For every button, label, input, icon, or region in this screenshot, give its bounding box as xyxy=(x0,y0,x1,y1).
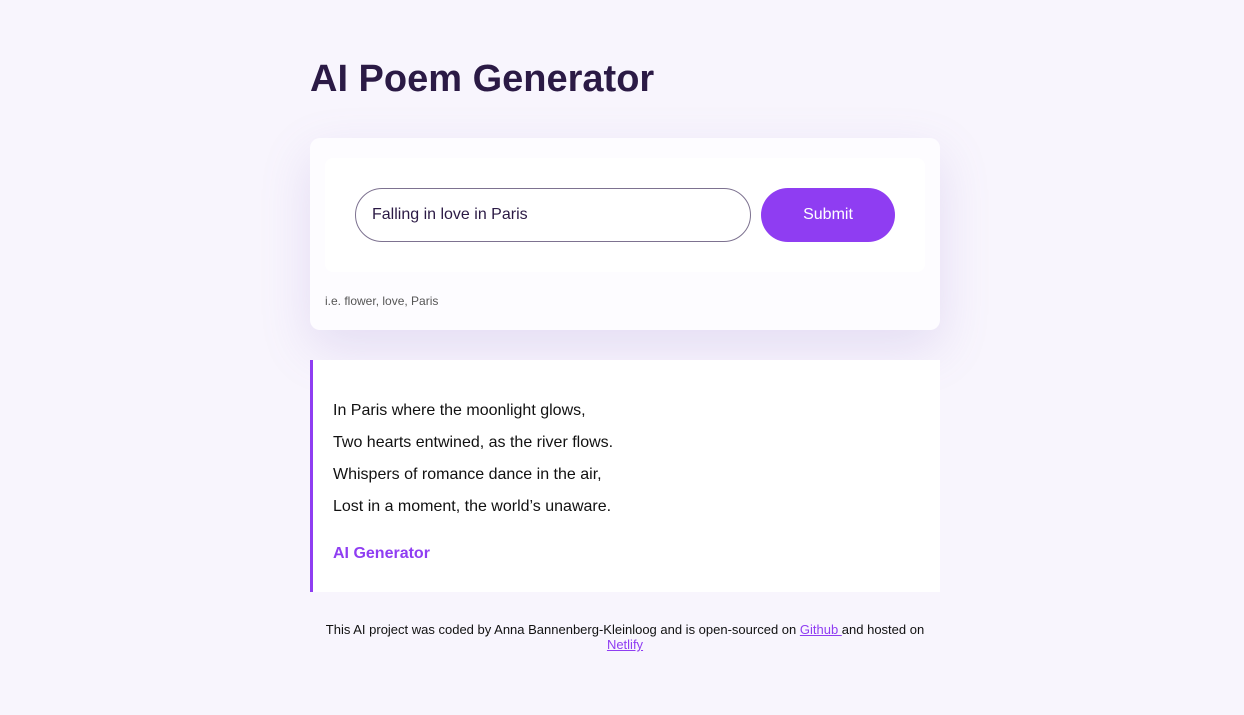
poem-output: In Paris where the moonlight glows, Two … xyxy=(310,360,940,592)
poem-form: Submit xyxy=(325,158,925,272)
footer: This AI project was coded by Anna Bannen… xyxy=(310,622,940,652)
topic-input[interactable] xyxy=(355,188,751,242)
submit-button[interactable]: Submit xyxy=(761,188,895,242)
input-hint: i.e. flower, love, Paris xyxy=(325,294,439,308)
poem-form-card: Submit i.e. flower, love, Paris xyxy=(310,138,940,330)
page-title: AI Poem Generator xyxy=(310,58,655,100)
poem-line: In Paris where the moonlight glows, xyxy=(333,402,586,419)
poem-signature: AI Generator xyxy=(333,545,430,562)
footer-text-middle: and hosted on xyxy=(841,622,925,637)
poem-line: Lost in a moment, the world’s unaware. xyxy=(333,498,612,515)
netlify-link[interactable]: Netlify xyxy=(607,637,643,652)
footer-text: This AI project was coded by Anna Bannen… xyxy=(325,622,800,637)
poem-line: Whispers of romance dance in the air, xyxy=(333,466,602,483)
github-link[interactable]: Github xyxy=(800,622,842,637)
poem-line: Two hearts entwined, as the river flows. xyxy=(333,434,614,451)
poem-lines: In Paris where the moonlight glows, Two … xyxy=(333,400,613,528)
